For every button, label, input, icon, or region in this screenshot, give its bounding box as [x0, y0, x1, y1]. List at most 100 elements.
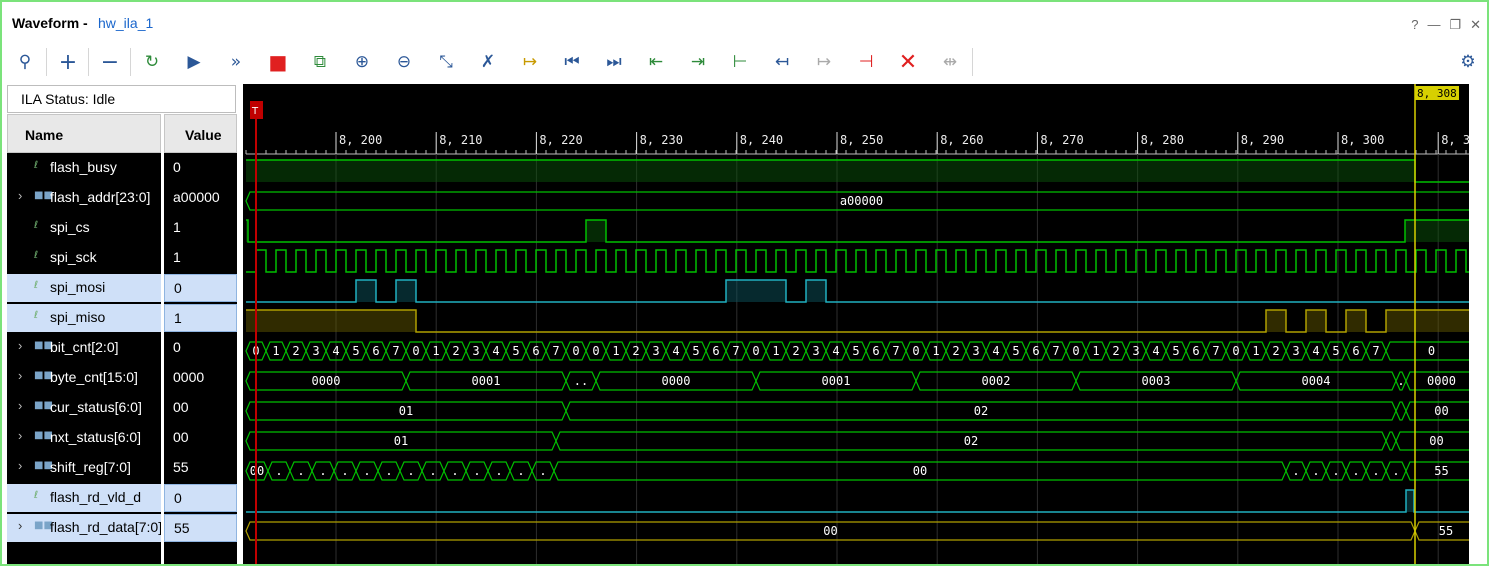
zoom-fit-icon[interactable]: ⤡: [433, 49, 459, 75]
expand-chevron-icon[interactable]: ›: [18, 188, 22, 203]
bus-value-label: .: [1397, 374, 1404, 388]
bus-value-label: 00: [1429, 434, 1443, 448]
expand-chevron-icon[interactable]: ›: [18, 428, 22, 443]
expand-chevron-icon[interactable]: ›: [18, 458, 22, 473]
signal-value[interactable]: 1: [164, 214, 237, 242]
signal-row[interactable]: › ■■ flash_addr[23:0]: [7, 184, 161, 212]
value-column-header[interactable]: Value: [164, 114, 237, 153]
signal-row[interactable]: ℓ spi_sck: [7, 244, 161, 272]
signal-name: spi_miso: [50, 309, 106, 325]
swap-icon[interactable]: ⇹: [937, 49, 963, 75]
bus-value-label: 00: [823, 524, 837, 538]
stop-trigger-icon[interactable]: ■: [265, 49, 291, 75]
add-icon[interactable]: +: [55, 49, 81, 75]
search-icon[interactable]: ⚲: [12, 49, 38, 75]
next-marker-icon[interactable]: ↦: [811, 49, 837, 75]
run-trigger-immediate-icon[interactable]: »: [223, 49, 249, 75]
bus-value-label: 0001: [472, 374, 501, 388]
bus-value-label: 4: [492, 344, 499, 358]
signal-value[interactable]: 55: [164, 454, 237, 482]
next-transition-icon[interactable]: ⇥: [685, 49, 711, 75]
signal-row[interactable]: ℓ spi_cs: [7, 214, 161, 242]
bus-value-label: 00: [1434, 404, 1448, 418]
signal-row[interactable]: ℓ flash_rd_vld_d: [7, 484, 161, 512]
high-level-fill: [586, 220, 606, 242]
signal-row[interactable]: ℓ flash_busy: [7, 154, 161, 182]
run-trigger-repeat-icon[interactable]: ↻: [139, 49, 165, 75]
goto-cursor-icon[interactable]: ↦: [517, 49, 543, 75]
bus-value-label: 6: [372, 344, 379, 358]
zoom-out-icon[interactable]: ⊖: [391, 49, 417, 75]
expand-chevron-icon[interactable]: ›: [18, 518, 22, 533]
signal-value[interactable]: 1: [164, 304, 237, 332]
bus-value-label: 02: [964, 434, 978, 448]
bus-value-label: 0: [912, 344, 919, 358]
add-marker-icon[interactable]: ⊢: [727, 49, 753, 75]
goto-end-icon[interactable]: ⏭: [601, 49, 627, 75]
bus-value-label: 3: [652, 344, 659, 358]
waveform-canvas[interactable]: 8, 200 8, 210 8, 220 8, 230 8, 240 8, 250 8, 2…: [243, 84, 1469, 566]
window-subtitle[interactable]: hw_ila_1: [98, 15, 153, 31]
signal-value[interactable]: 00: [164, 394, 237, 422]
high-level-fill: [726, 280, 786, 302]
signal-row[interactable]: › ■■ flash_rd_data[7:0]: [7, 514, 161, 542]
signal-name: flash_addr[23:0]: [50, 189, 151, 205]
bus-value-label: .: [385, 464, 392, 478]
bit-waveform: [246, 309, 1469, 333]
expand-chevron-icon[interactable]: ›: [18, 338, 22, 353]
vertical-scrollbar[interactable]: [1469, 84, 1487, 564]
signal-value[interactable]: 0: [164, 154, 237, 182]
bus-value-label: 0: [412, 344, 419, 358]
signal-row[interactable]: › ■■ byte_cnt[15:0]: [7, 364, 161, 392]
signal-row[interactable]: › ■■ cur_status[6:0]: [7, 394, 161, 422]
signal-row[interactable]: ℓ spi_miso: [7, 304, 161, 332]
signal-value[interactable]: 55: [164, 514, 237, 542]
bus-value-label: 6: [872, 344, 879, 358]
prev-marker-icon[interactable]: ↤: [769, 49, 795, 75]
signal-row[interactable]: › ■■ nxt_status[6:0]: [7, 424, 161, 452]
bus-value-label: 1: [772, 344, 779, 358]
signal-value[interactable]: 1: [164, 244, 237, 272]
signal-row[interactable]: › ■■ shift_reg[7:0]: [7, 454, 161, 482]
bus-value-label: .: [451, 464, 458, 478]
bus-value-label: 0: [1072, 344, 1079, 358]
high-level-fill: [246, 160, 1415, 182]
expand-chevron-icon[interactable]: ›: [18, 398, 22, 413]
run-trigger-icon[interactable]: ▶: [181, 49, 207, 75]
signal-value[interactable]: 0000: [164, 364, 237, 392]
bus-value-label: 6: [1192, 344, 1199, 358]
minimize-icon[interactable]: —: [1427, 17, 1440, 33]
signal-value[interactable]: 0: [164, 334, 237, 362]
restore-icon[interactable]: ❐: [1449, 17, 1461, 33]
tick-label: 8, 250: [840, 133, 883, 147]
window-controls: ? — ❐ ✕: [1411, 17, 1481, 33]
bus-value-label: 4: [672, 344, 679, 358]
tick-label: 8, 240: [740, 133, 783, 147]
bus-value-label: 5: [1012, 344, 1019, 358]
name-column-header[interactable]: Name: [7, 114, 161, 153]
bus-value-label: 00: [913, 464, 927, 478]
delete-icon[interactable]: ✕: [895, 49, 921, 75]
goto-start-icon[interactable]: ⏮: [559, 49, 585, 75]
help-icon[interactable]: ?: [1411, 17, 1418, 33]
signal-value[interactable]: 0: [164, 274, 237, 302]
remove-icon[interactable]: −: [97, 49, 123, 75]
signal-name: spi_cs: [50, 219, 90, 235]
close-icon[interactable]: ✕: [1470, 17, 1481, 33]
zoom-in-icon[interactable]: ⊕: [349, 49, 375, 75]
delete-marker-icon[interactable]: ⊣: [853, 49, 879, 75]
bus-value-label: a00000: [840, 194, 883, 208]
signal-value[interactable]: 00: [164, 424, 237, 452]
signal-row[interactable]: › ■■ bit_cnt[2:0]: [7, 334, 161, 362]
bus-value-label: 3: [1292, 344, 1299, 358]
signal-row[interactable]: ℓ spi_mosi: [7, 274, 161, 302]
prev-transition-icon[interactable]: ⇤: [643, 49, 669, 75]
export-icon[interactable]: ⧉: [307, 49, 333, 75]
tick-label: 8, 270: [1040, 133, 1083, 147]
expand-chevron-icon[interactable]: ›: [18, 368, 22, 383]
signal-value[interactable]: 0: [164, 484, 237, 512]
settings-gear-icon[interactable]: ⚙: [1455, 49, 1481, 75]
bus-segment: [1395, 401, 1407, 421]
cursor-off-icon[interactable]: ✗: [475, 49, 501, 75]
signal-value[interactable]: a00000: [164, 184, 237, 212]
